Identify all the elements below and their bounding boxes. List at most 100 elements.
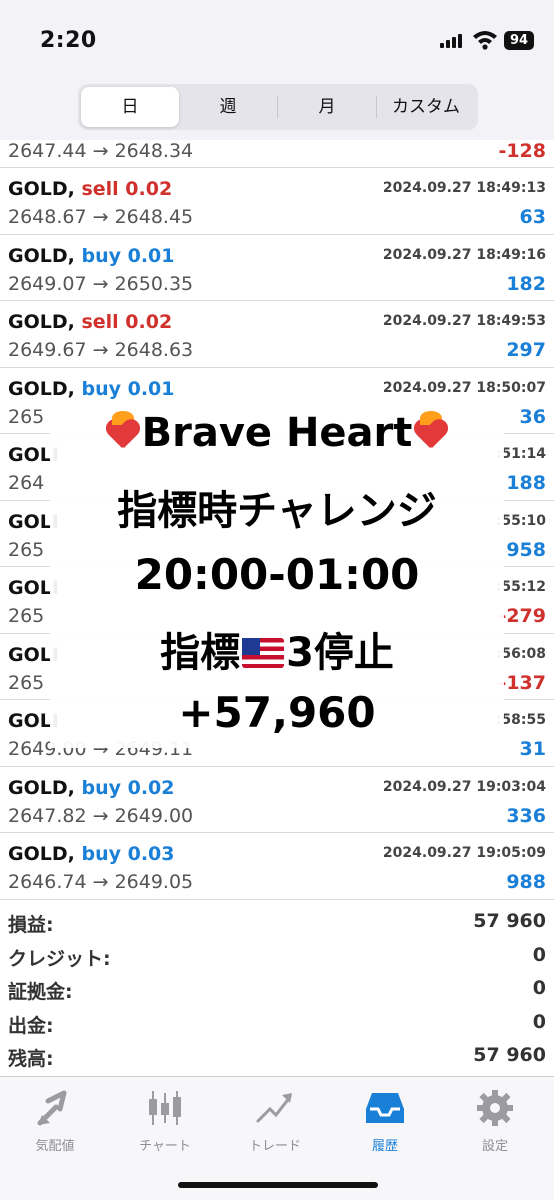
trade-prices: 2648.67 → 2648.45 — [8, 206, 194, 228]
period-tab-custom[interactable]: カスタム — [377, 87, 475, 127]
overlay-time-range: 20:00-01:00 — [134, 550, 420, 599]
trade-prices: 2647.82 → 2649.00 — [8, 804, 194, 827]
summary-label: 残高: — [8, 1048, 54, 1070]
history-tray-icon — [366, 1093, 404, 1123]
tab-label: 履歴 — [371, 1139, 398, 1154]
overlay-title-line: Brave Heart — [50, 410, 504, 456]
trade-prices: 2649.67 → 2648.63 — [8, 339, 194, 361]
tab-label: トレード — [248, 1139, 301, 1154]
overlay-indicator-suffix: 3停止 — [286, 630, 394, 676]
summary-label: 損益: — [8, 914, 54, 936]
trade-prices: 265 — [8, 405, 45, 428]
trade-side: buy 0.03 — [81, 843, 175, 865]
tab-quotes[interactable]: 気配値 — [0, 1089, 110, 1154]
trade-side: sell 0.02 — [81, 178, 173, 200]
trade-side: buy 0.01 — [81, 244, 175, 267]
summary-deposit: 証拠金: 0 — [0, 973, 554, 1007]
battery-indicator: 94 — [504, 31, 534, 50]
trade-side: sell 0.02 — [81, 311, 173, 333]
tab-label: チャート — [139, 1139, 191, 1154]
trade-prices: 2647.44 → 2648.34 — [8, 140, 194, 162]
trade-datetime: 2024.09.27 19:05:09 — [382, 845, 546, 861]
burning-heart-icon — [106, 411, 140, 449]
overlay-subtitle: 指標時チャレンジ — [117, 488, 437, 534]
trade-symbol: GOLD, buy 0.01 — [8, 244, 175, 267]
promo-overlay: Brave Heart 指標時チャレンジ 20:00-01:00 指標 3停止 +… — [50, 408, 504, 748]
trade-symbol: GOLD, sell 0.02 — [8, 178, 173, 200]
tab-trade[interactable]: トレード — [220, 1089, 330, 1154]
trade-symbol: GOLD, sell 0.02 — [8, 311, 173, 333]
trade-prices: 265 — [8, 671, 45, 694]
summary-value: 0 — [532, 977, 546, 999]
trade-datetime: 2024.09.27 18:49:16 — [382, 246, 546, 263]
trade-row[interactable]: GOLD, sell 0.02 2024.09.27 18:49:13 2648… — [0, 168, 554, 235]
trade-row[interactable]: GOLD, buy 0.03 2024.09.27 19:05:09 2646.… — [0, 833, 554, 900]
overlay-title: Brave Heart — [141, 410, 413, 456]
trade-profit: 31 — [519, 738, 546, 760]
trade-profit: 988 — [506, 871, 546, 893]
trade-symbol: GOLD, buy 0.02 — [8, 776, 175, 799]
trade-datetime: 2024.09.27 19:03:04 — [382, 778, 546, 795]
summary-credit: クレジット: 0 — [0, 940, 554, 974]
trade-prices: 264 — [8, 472, 45, 494]
home-indicator — [178, 1182, 378, 1188]
tab-history[interactable]: 履歴 — [330, 1089, 440, 1154]
trade-trend-icon — [256, 1093, 292, 1123]
trade-datetime: 2024.09.27 18:50:07 — [382, 379, 546, 396]
tab-chart[interactable]: チャート — [110, 1089, 220, 1154]
cellular-signal-icon — [440, 34, 462, 48]
trade-row[interactable]: GOLD, buy 0.02 2024.09.27 19:03:04 2647.… — [0, 767, 554, 833]
trade-profit: 63 — [519, 206, 546, 228]
trade-profit: -128 — [498, 140, 546, 162]
overlay-indicator-line: 指標 3停止 — [50, 620, 504, 678]
trade-datetime: 2024.09.27 18:49:53 — [382, 313, 546, 329]
summary-value: 57 960 — [473, 910, 546, 932]
trade-profit: 958 — [506, 538, 546, 561]
settings-gear-icon — [477, 1090, 513, 1126]
quotes-arrows-icon — [37, 1090, 67, 1126]
tab-label: 気配値 — [35, 1139, 75, 1154]
summary-profit: 損益: 57 960 — [0, 906, 554, 940]
period-selector-bar: 日 週 月 カスタム — [0, 78, 554, 140]
trade-prices: 265 — [8, 605, 45, 627]
account-summary: 損益: 57 960 クレジット: 0 証拠金: 0 出金: 0 残高: 57 … — [0, 906, 554, 1074]
summary-value: 0 — [532, 1010, 546, 1033]
trade-datetime: 2024.09.27 18:49:13 — [382, 180, 546, 196]
trade-profit: 36 — [519, 405, 546, 428]
trade-row[interactable]: GOLD, sell 0.02 2024.09.27 18:49:53 2649… — [0, 301, 554, 368]
trade-prices: 2649.07 → 2650.35 — [8, 272, 194, 295]
trade-profit: 182 — [506, 272, 546, 295]
period-tab-day[interactable]: 日 — [81, 87, 179, 127]
summary-value: 57 960 — [473, 1044, 546, 1066]
trade-side: buy 0.02 — [81, 776, 175, 799]
trade-symbol: GOLD, buy 0.03 — [8, 843, 175, 865]
period-tab-week[interactable]: 週 — [179, 87, 277, 127]
tab-label: 設定 — [481, 1139, 508, 1154]
wifi-icon — [473, 31, 497, 50]
burning-heart-icon — [414, 411, 448, 449]
summary-label: クレジット: — [8, 947, 111, 970]
summary-withdrawal: 出金: 0 — [0, 1007, 554, 1041]
trade-prices: 265 — [8, 538, 45, 561]
period-segmented-control: 日 週 月 カスタム — [78, 84, 478, 130]
candlestick-chart-icon — [149, 1091, 181, 1125]
period-tab-month[interactable]: 月 — [278, 87, 376, 127]
summary-value: 0 — [532, 943, 546, 966]
trade-profit: 336 — [506, 804, 546, 827]
trade-row[interactable]: GOLD, buy 0.01 2024.09.27 18:49:16 2649.… — [0, 235, 554, 301]
trade-profit: -279 — [498, 605, 546, 627]
trade-side: buy 0.01 — [81, 377, 175, 400]
overlay-indicator-prefix: 指標 — [160, 630, 241, 676]
tab-settings[interactable]: 設定 — [440, 1089, 550, 1154]
trade-profit: -137 — [498, 671, 546, 694]
overlay-profit: +57,960 — [178, 688, 376, 737]
trade-profit: 297 — [506, 339, 546, 361]
trade-prices: 2646.74 → 2649.05 — [8, 871, 194, 893]
trade-symbol: GOLD, buy 0.01 — [8, 377, 175, 400]
trade-row[interactable]: 2647.44 → 2648.34 -128 — [0, 138, 554, 168]
trade-profit: 188 — [506, 472, 546, 494]
status-time: 2:20 — [40, 28, 97, 53]
summary-balance: 残高: 57 960 — [0, 1040, 554, 1074]
status-bar: 2:20 94 — [0, 0, 554, 78]
summary-label: 出金: — [8, 1014, 54, 1037]
